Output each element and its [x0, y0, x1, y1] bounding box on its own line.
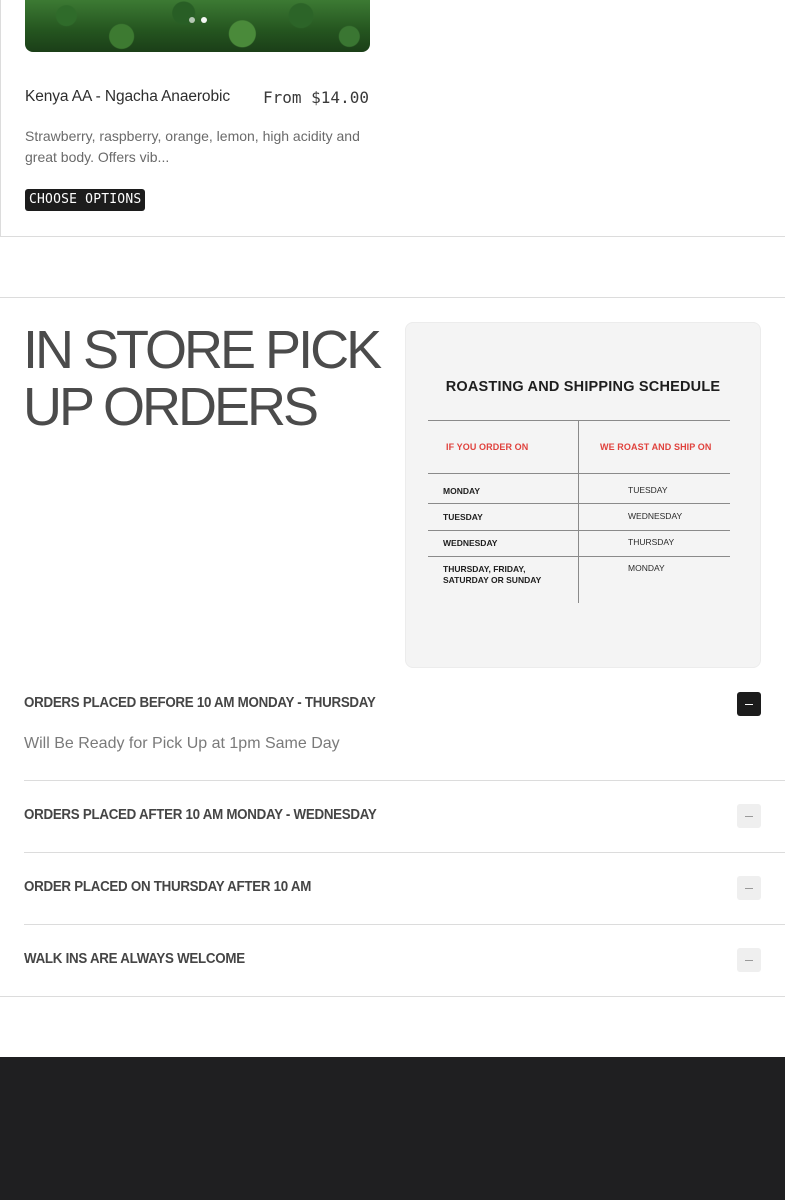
schedule-order-day: MONDAY	[443, 486, 480, 496]
product-title[interactable]: Kenya AA - Ngacha Anaerobic	[25, 88, 230, 106]
schedule-order-day: TUESDAY	[443, 512, 483, 522]
schedule-rule-row2	[428, 530, 730, 531]
section-divider	[0, 996, 785, 997]
schedule-rule-header	[428, 473, 730, 474]
carousel-dots	[25, 17, 370, 23]
schedule-title: ROASTING AND SHIPPING SCHEDULE	[445, 379, 721, 395]
schedule-order-day: THURSDAY, FRIDAY,	[443, 564, 526, 574]
schedule-rule-top	[428, 420, 730, 421]
expand-icon[interactable]	[737, 804, 761, 828]
schedule-rule-row1	[428, 503, 730, 504]
accordion-title[interactable]: WALK INS ARE ALWAYS WELCOME	[24, 951, 245, 967]
carousel-dot-1[interactable]	[188, 17, 195, 23]
product-card: Kenya AA - Ngacha Anaerobic From $14.00 …	[0, 0, 785, 237]
accordion-item[interactable]: ORDERS PLACED AFTER 10 AM MONDAY - WEDNE…	[24, 804, 785, 852]
expand-icon[interactable]	[737, 876, 761, 900]
carousel-dot-2[interactable]	[200, 17, 207, 23]
schedule-ship-day: TUESDAY	[628, 485, 668, 495]
schedule-col1-header: IF YOU ORDER ON	[446, 442, 529, 452]
schedule-ship-day: THURSDAY	[628, 537, 675, 547]
schedule-card: ROASTING AND SHIPPING SCHEDULE IF YOU OR…	[405, 322, 761, 668]
product-image[interactable]	[25, 0, 370, 52]
accordion-body: Will Be Ready for Pick Up at 1pm Same Da…	[24, 735, 340, 752]
accordion-divider	[24, 852, 785, 853]
schedule-col2-header: WE ROAST AND SHIP ON	[600, 442, 712, 452]
schedule-ship-day: MONDAY	[628, 563, 665, 573]
expand-icon[interactable]	[737, 948, 761, 972]
product-description: Strawberry, raspberry, orange, lemon, hi…	[25, 128, 360, 165]
schedule-rule-vertical	[578, 420, 579, 603]
accordion-divider	[24, 924, 785, 925]
accordion-title[interactable]: ORDERS PLACED BEFORE 10 AM MONDAY - THUR…	[24, 695, 376, 711]
accordion-title[interactable]: ORDER PLACED ON THURSDAY AFTER 10 AM	[24, 879, 311, 895]
pickup-heading: IN STORE PICK UP ORDERS	[23, 320, 382, 437]
accordion-item[interactable]: WALK INS ARE ALWAYS WELCOME	[24, 948, 785, 996]
accordion-title[interactable]: ORDERS PLACED AFTER 10 AM MONDAY - WEDNE…	[24, 807, 377, 823]
schedule-order-day: WEDNESDAY	[443, 538, 498, 548]
footer	[0, 1057, 785, 1200]
schedule-ship-day: WEDNESDAY	[628, 511, 683, 521]
schedule-rule-row3	[428, 556, 730, 557]
choose-options-button[interactable]: CHOOSE OPTIONS	[25, 189, 146, 211]
accordion-item[interactable]: ORDERS PLACED BEFORE 10 AM MONDAY - THUR…	[24, 692, 785, 780]
accordion-item[interactable]: ORDER PLACED ON THURSDAY AFTER 10 AM	[24, 876, 785, 924]
collapse-icon[interactable]	[737, 692, 761, 716]
product-price: From $14.00	[263, 88, 369, 107]
section-divider	[0, 297, 785, 298]
accordion-divider	[24, 780, 785, 781]
schedule-order-day: SATURDAY OR SUNDAY	[443, 575, 542, 585]
